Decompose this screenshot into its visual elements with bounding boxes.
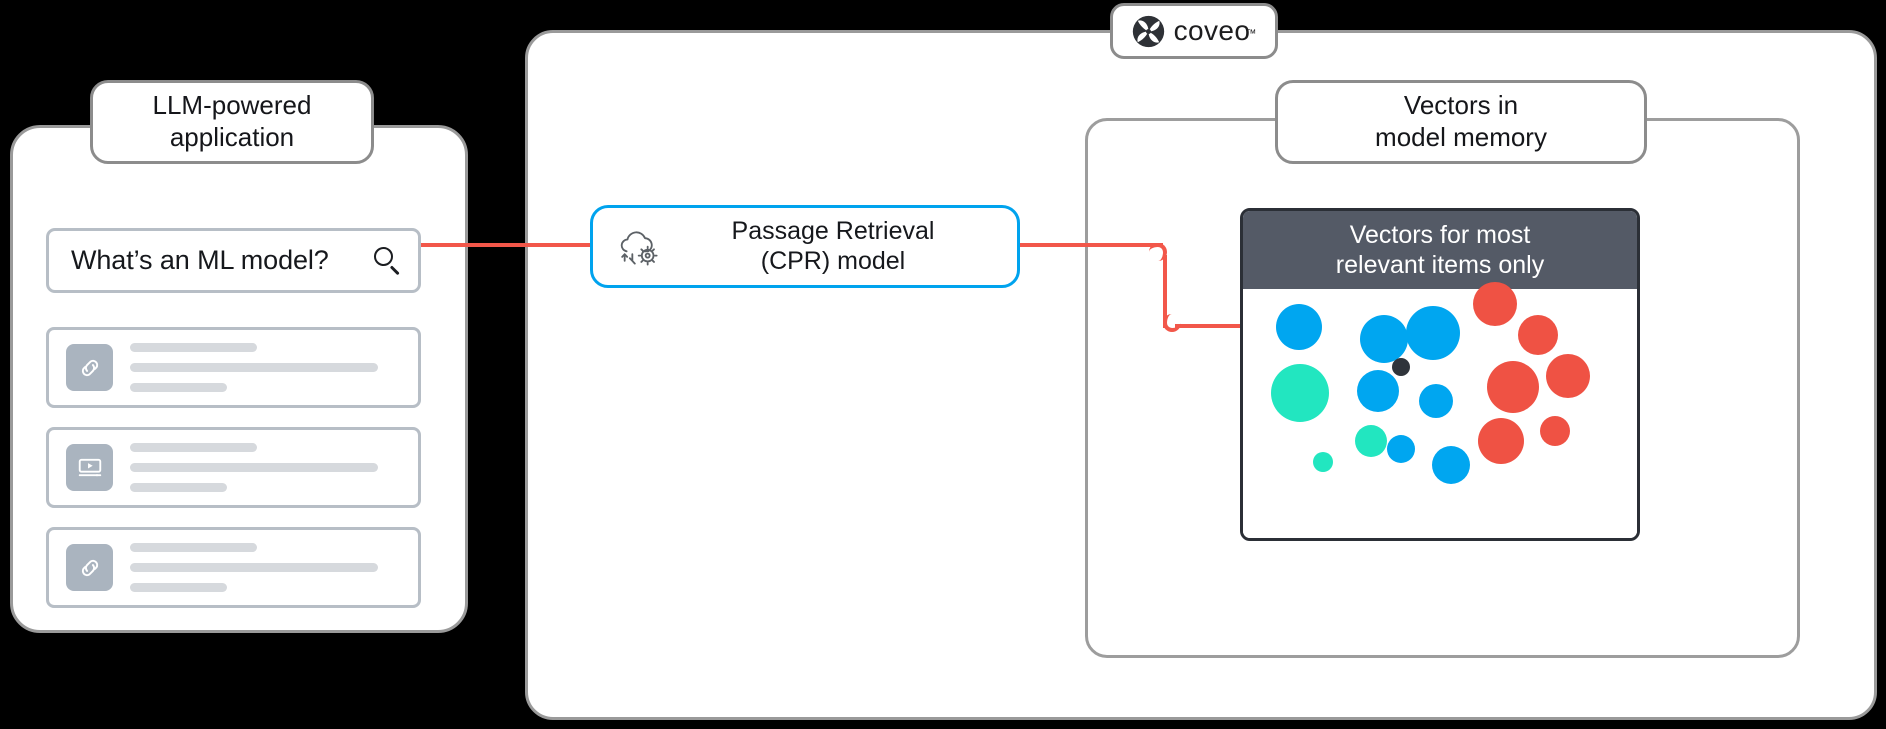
link-icon (66, 344, 113, 391)
search-icon[interactable] (372, 246, 402, 276)
vector-dot (1540, 416, 1570, 446)
diagram-canvas: LLM-powered application What’s an ML mod… (0, 0, 1886, 729)
card-header-line2: relevant items only (1335, 251, 1545, 279)
vector-dot (1387, 435, 1415, 463)
vector-dot (1518, 315, 1558, 355)
result-card[interactable] (46, 327, 421, 408)
cloud-sync-gear-icon (609, 224, 671, 270)
vector-dot (1313, 452, 1333, 472)
cpr-model-label-line2: (CPR) model (760, 246, 906, 275)
card-header-line1: Vectors for most (1349, 221, 1531, 249)
link-icon (66, 544, 113, 591)
cpr-model-label: Passage Retrieval (CPR) model (671, 217, 1017, 276)
vector-dot (1546, 354, 1590, 398)
vector-dot (1357, 370, 1399, 412)
vector-dot (1276, 304, 1322, 350)
coveo-pinwheel-logo-icon (1132, 15, 1165, 48)
vector-scatter-plot (1243, 282, 1637, 538)
search-input[interactable]: What’s an ML model? (46, 228, 421, 293)
vector-dot (1487, 361, 1539, 413)
relevant-vectors-card: Vectors for most relevant items only (1240, 208, 1640, 541)
video-icon (66, 444, 113, 491)
result-card[interactable] (46, 427, 421, 508)
vector-dot (1355, 425, 1387, 457)
vector-dot (1406, 306, 1460, 360)
relevant-vectors-card-header: Vectors for most relevant items only (1243, 211, 1637, 289)
coveo-logo-badge: coveo ™ (1110, 3, 1278, 59)
vector-dot (1419, 384, 1453, 418)
connector-corner-bottom (1163, 314, 1181, 332)
vector-dot (1271, 364, 1329, 422)
search-input-value: What’s an ML model? (71, 245, 329, 275)
vector-dot (1432, 446, 1470, 484)
vector-dot (1478, 418, 1524, 464)
llm-application-label: LLM-powered application (90, 80, 374, 164)
vectors-label-line2: model memory (1375, 122, 1547, 152)
vector-dot (1473, 282, 1517, 326)
result-card[interactable] (46, 527, 421, 608)
vectors-in-model-memory-label: Vectors in model memory (1275, 80, 1647, 164)
llm-application-label-line1: LLM-powered (152, 90, 312, 121)
result-skeleton-lines (130, 343, 418, 392)
cpr-model-label-line1: Passage Retrieval (731, 217, 935, 245)
connector-cpr-out (1018, 243, 1163, 247)
llm-application-label-line2: application (169, 122, 295, 152)
selected-vector-dot (1392, 358, 1410, 376)
vectors-label-line1: Vectors in (1403, 90, 1519, 121)
connector-search-to-cpr (421, 243, 593, 247)
trademark-symbol: ™ (1245, 27, 1257, 40)
cpr-model-node[interactable]: Passage Retrieval (CPR) model (590, 205, 1020, 288)
result-skeleton-lines (130, 543, 418, 592)
vector-dot (1360, 315, 1408, 363)
coveo-wordmark: coveo (1173, 14, 1251, 46)
result-skeleton-lines (130, 443, 418, 492)
